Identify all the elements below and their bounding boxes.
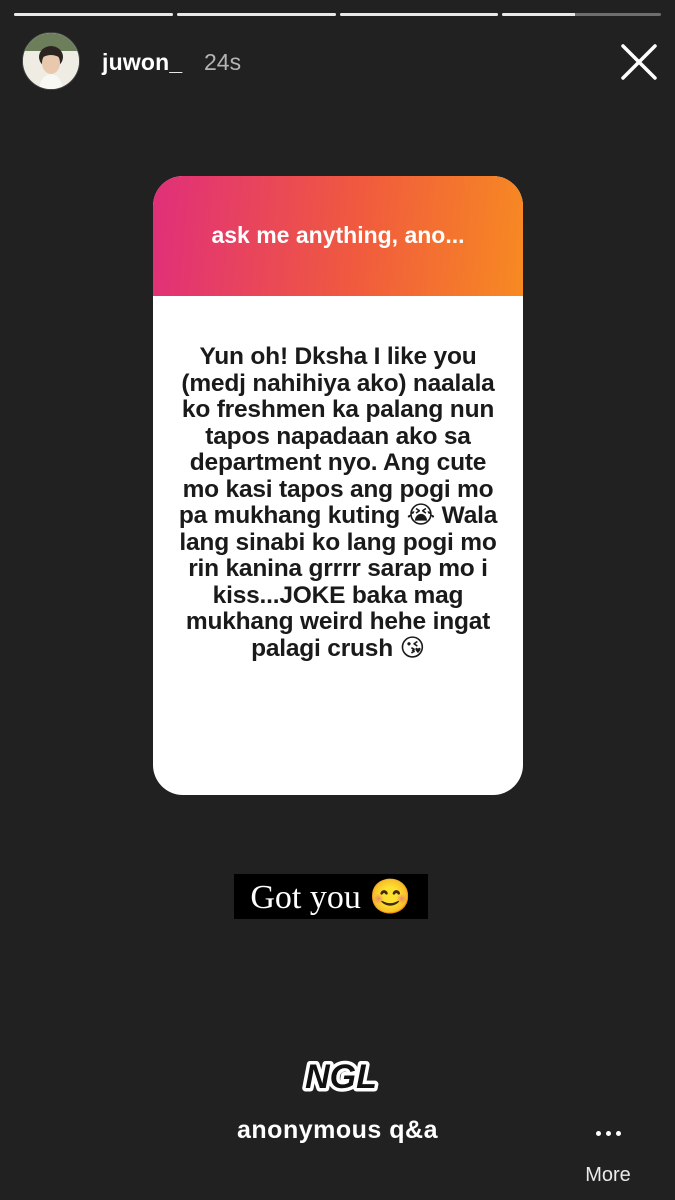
- caption-text: Got you 😊: [234, 874, 428, 919]
- username[interactable]: juwon_: [102, 49, 182, 76]
- svg-text:NGL: NGL: [305, 1058, 377, 1096]
- more-button[interactable]: More: [577, 1118, 639, 1187]
- progress-fill: [176, 13, 336, 16]
- question-header: ask me anything, ano...: [153, 176, 523, 296]
- question-card: ask me anything, ano... Yun oh! Dksha I …: [153, 176, 523, 795]
- ngl-logo[interactable]: NGL: [293, 1052, 389, 1100]
- progress-fill: [502, 13, 576, 16]
- question-title: ask me anything, ano...: [211, 221, 465, 248]
- more-label: More: [585, 1164, 631, 1186]
- question-answer: Yun oh! Dksha I like you (medj nahihiya …: [178, 343, 498, 662]
- progress-segment: [502, 13, 661, 16]
- more-dots-icon: [577, 1118, 639, 1148]
- avatar-image: [23, 33, 79, 89]
- progress-segment: [339, 13, 499, 16]
- progress-fill: [339, 13, 499, 16]
- progress-fill: [14, 13, 173, 16]
- avatar[interactable]: [22, 32, 80, 90]
- close-button[interactable]: [619, 42, 659, 82]
- story-header: juwon_ 24s: [22, 32, 659, 92]
- ngl-logo-icon: NGL: [302, 1055, 381, 1100]
- progress-segment: [14, 13, 173, 16]
- progress-segment: [176, 13, 336, 16]
- anonymous-qa-label[interactable]: anonymous q&a: [0, 1116, 675, 1145]
- story-progress-bar: [14, 13, 661, 17]
- close-icon: [621, 44, 657, 80]
- timestamp: 24s: [204, 49, 242, 75]
